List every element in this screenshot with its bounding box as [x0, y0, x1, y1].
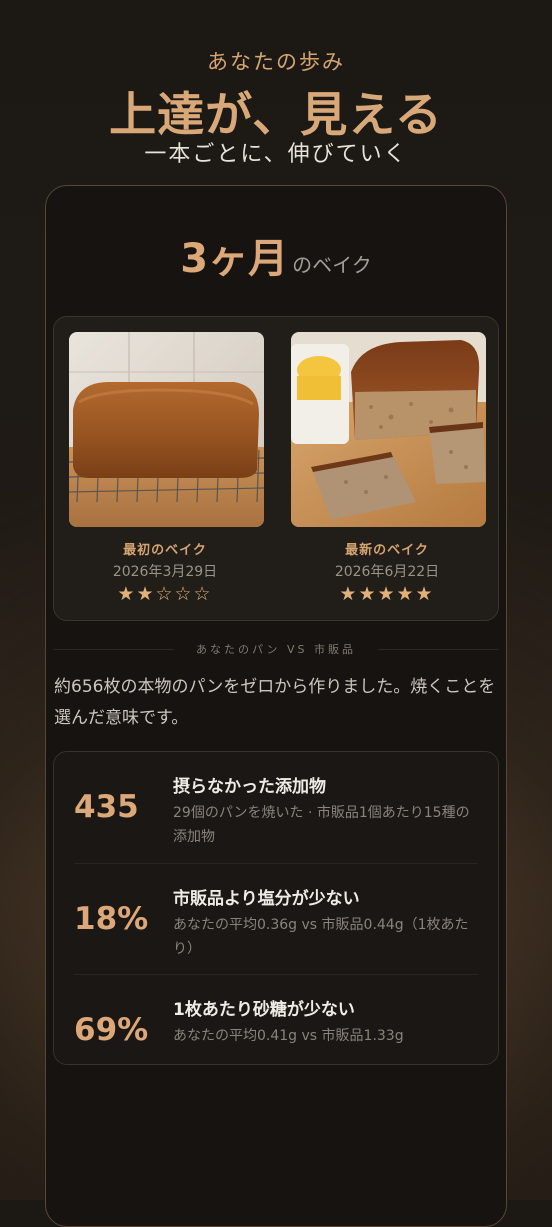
- bake-comparison: 最初のベイク 2026年3月29日 ★★☆☆☆ 最新のベイク 2026年6月22…: [53, 316, 499, 621]
- stat-row-additives: 435 摂らなかった添加物 29個のパンを焼いた · 市販品1個あたり15種の添…: [74, 752, 478, 863]
- first-bake-date: 2026年3月29日: [112, 564, 218, 580]
- first-bake-label: 最初のベイク: [123, 543, 207, 558]
- period-heading: 3ヶ月 のベイク: [46, 226, 506, 284]
- period-number: 3ヶ月: [180, 236, 289, 282]
- stats-list: 435 摂らなかった添加物 29個のパンを焼いた · 市販品1個あたり15種の添…: [53, 751, 499, 1065]
- stat-row-salt: 18% 市販品より塩分が少ない あなたの平均0.36g vs 市販品0.44g（…: [74, 863, 478, 975]
- first-bake-photo[interactable]: [69, 332, 264, 527]
- intro-text: 約656枚の本物のパンをゼロから作りました。焼くことを選んだ意味です。: [54, 677, 496, 728]
- stat-title: 摂らなかった添加物: [173, 777, 326, 797]
- stat-title: 1枚あたり砂糖が少ない: [173, 1000, 355, 1020]
- latest-bake-label: 最新のベイク: [345, 543, 429, 558]
- eyebrow-text: あなたの歩み: [207, 50, 345, 74]
- divider-label: あなたのパン VS 市販品: [195, 643, 357, 656]
- first-bake-rating: ★★☆☆☆: [117, 583, 213, 605]
- stat-value: 69%: [74, 1012, 149, 1048]
- latest-bake-date: 2026年6月22日: [334, 564, 440, 580]
- latest-bake-rating: ★★★★★: [339, 583, 435, 605]
- period-suffix: のベイク: [292, 253, 372, 277]
- page-subtitle: 一本ごとに、伸びていく: [144, 142, 408, 167]
- stat-description: あなたの平均0.36g vs 市販品0.44g（1枚あたり）: [173, 917, 469, 957]
- stat-description: 29個のパンを焼いた · 市販品1個あたり15種の添加物: [173, 805, 470, 845]
- stat-value: 435: [74, 789, 139, 825]
- page-title: 上達が、見える: [109, 88, 443, 143]
- stat-description: あなたの平均0.41g vs 市販品1.33g: [173, 1028, 404, 1044]
- stat-value: 18%: [74, 901, 149, 937]
- stat-row-sugar: 69% 1枚あたり砂糖が少ない あなたの平均0.41g vs 市販品1.33g: [74, 974, 478, 1086]
- latest-bake-photo[interactable]: [291, 332, 486, 527]
- progress-card: 3ヶ月 のベイク 最初のベイク 2026年3月29日 ★★☆☆☆ 最新のベイク …: [45, 185, 507, 1227]
- stat-title: 市販品より塩分が少ない: [173, 889, 360, 909]
